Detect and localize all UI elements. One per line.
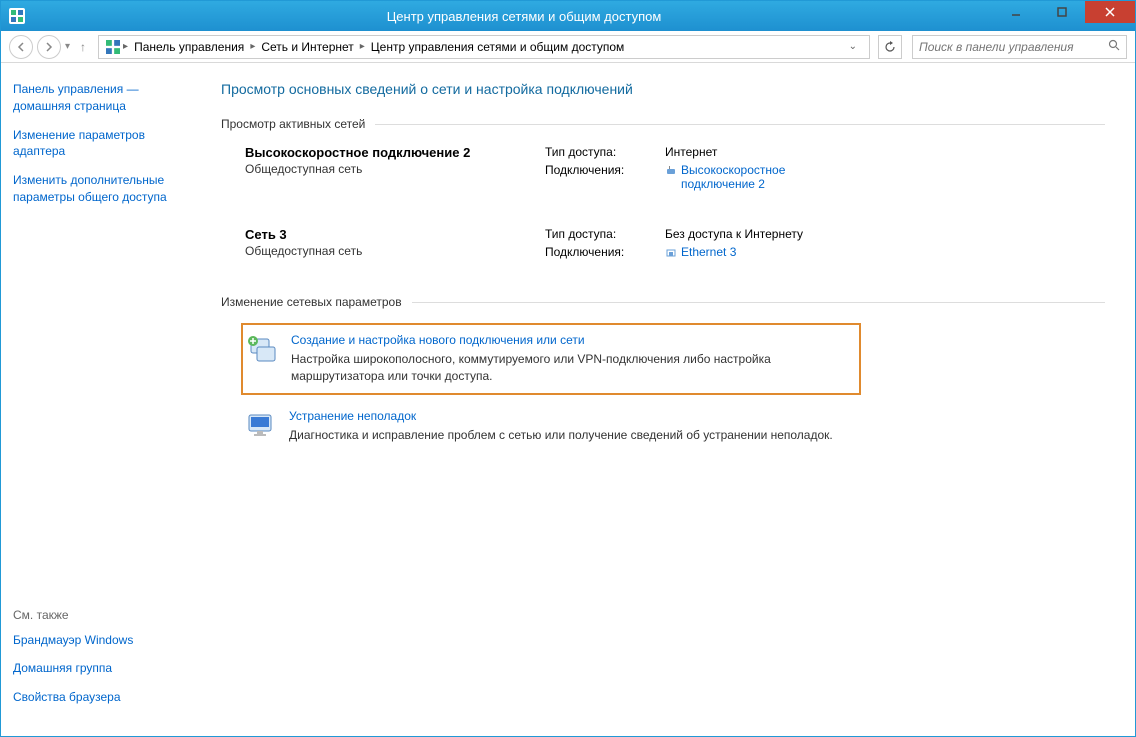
network-item: Сеть 3 Общедоступная сеть Тип доступа: Б… bbox=[221, 227, 1105, 259]
network-name: Высокоскоростное подключение 2 bbox=[245, 145, 545, 160]
search-box[interactable] bbox=[912, 35, 1127, 59]
chevron-right-icon[interactable]: ▸ bbox=[250, 41, 255, 52]
access-type-value: Без доступа к Интернету bbox=[665, 227, 803, 241]
sidebar-link-adapter[interactable]: Изменение параметров адаптера bbox=[13, 127, 199, 161]
refresh-button[interactable] bbox=[878, 35, 902, 59]
network-name: Сеть 3 bbox=[245, 227, 545, 242]
troubleshoot-icon bbox=[245, 409, 277, 441]
network-center-icon bbox=[105, 39, 121, 55]
active-networks-heading: Просмотр активных сетей bbox=[221, 117, 1105, 131]
setting-new-connection[interactable]: Создание и настройка нового подключения … bbox=[241, 323, 861, 395]
maximize-button[interactable] bbox=[1039, 1, 1085, 23]
forward-button[interactable] bbox=[37, 35, 61, 59]
breadcrumb[interactable]: ▸ Панель управления ▸ Сеть и Интернет ▸ … bbox=[98, 35, 870, 59]
connection-link[interactable]: Ethernet 3 bbox=[665, 245, 736, 259]
sidebar-link-browser[interactable]: Свойства браузера bbox=[13, 689, 199, 706]
up-button[interactable]: ↑ bbox=[80, 40, 86, 54]
setting-title[interactable]: Устранение неполадок bbox=[289, 409, 833, 423]
network-type: Общедоступная сеть bbox=[245, 162, 545, 176]
sidebar-link-home[interactable]: Панель управления — домашняя страница bbox=[13, 81, 199, 115]
connection-link[interactable]: Высокоскоростное подключение 2 bbox=[665, 163, 845, 191]
chevron-right-icon[interactable]: ▸ bbox=[123, 41, 128, 52]
new-connection-icon bbox=[247, 333, 279, 365]
setting-troubleshoot[interactable]: Устранение неполадок Диагностика и испра… bbox=[241, 401, 861, 452]
sidebar-link-firewall[interactable]: Брандмауэр Windows bbox=[13, 632, 199, 649]
change-settings-heading: Изменение сетевых параметров bbox=[221, 295, 1105, 309]
breadcrumb-item[interactable]: Сеть и Интернет bbox=[257, 40, 357, 54]
setting-title[interactable]: Создание и настройка нового подключения … bbox=[291, 333, 855, 347]
chevron-right-icon[interactable]: ▸ bbox=[360, 41, 365, 52]
modem-icon bbox=[665, 165, 677, 177]
minimize-button[interactable] bbox=[993, 1, 1039, 23]
connections-label: Подключения: bbox=[545, 163, 665, 177]
divider bbox=[412, 302, 1105, 303]
network-item: Высокоскоростное подключение 2 Общедосту… bbox=[221, 145, 1105, 191]
sidebar: Панель управления — домашняя страница Из… bbox=[1, 63, 211, 736]
page-heading: Просмотр основных сведений о сети и наст… bbox=[221, 81, 1105, 97]
window-title: Центр управления сетями и общим доступом bbox=[33, 9, 1135, 24]
search-icon[interactable] bbox=[1108, 39, 1120, 54]
recent-dropdown-icon[interactable]: ▾ bbox=[65, 41, 70, 52]
access-type-label: Тип доступа: bbox=[545, 145, 665, 159]
close-button[interactable] bbox=[1085, 1, 1135, 23]
navbar: ▾ ↑ ▸ Панель управления ▸ Сеть и Интерне… bbox=[1, 31, 1135, 63]
search-input[interactable] bbox=[919, 40, 1108, 54]
setting-desc: Диагностика и исправление проблем с сеть… bbox=[289, 427, 833, 444]
access-type-label: Тип доступа: bbox=[545, 227, 665, 241]
breadcrumb-item[interactable]: Центр управления сетями и общим доступом bbox=[367, 40, 629, 54]
back-button[interactable] bbox=[9, 35, 33, 59]
connections-label: Подключения: bbox=[545, 245, 665, 259]
breadcrumb-dropdown-icon[interactable]: ⌄ bbox=[843, 41, 863, 52]
sidebar-link-sharing[interactable]: Изменить дополнительные параметры общего… bbox=[13, 172, 199, 206]
network-type: Общедоступная сеть bbox=[245, 244, 545, 258]
sidebar-link-homegroup[interactable]: Домашняя группа bbox=[13, 660, 199, 677]
access-type-value: Интернет bbox=[665, 145, 717, 159]
setting-desc: Настройка широкополосного, коммутируемог… bbox=[291, 351, 855, 385]
app-icon bbox=[9, 8, 25, 24]
titlebar: Центр управления сетями и общим доступом bbox=[1, 1, 1135, 31]
divider bbox=[375, 124, 1105, 125]
ethernet-icon bbox=[665, 247, 677, 259]
see-also-heading: См. также bbox=[13, 608, 199, 622]
main-panel: Просмотр основных сведений о сети и наст… bbox=[211, 63, 1135, 736]
breadcrumb-item[interactable]: Панель управления bbox=[130, 40, 248, 54]
